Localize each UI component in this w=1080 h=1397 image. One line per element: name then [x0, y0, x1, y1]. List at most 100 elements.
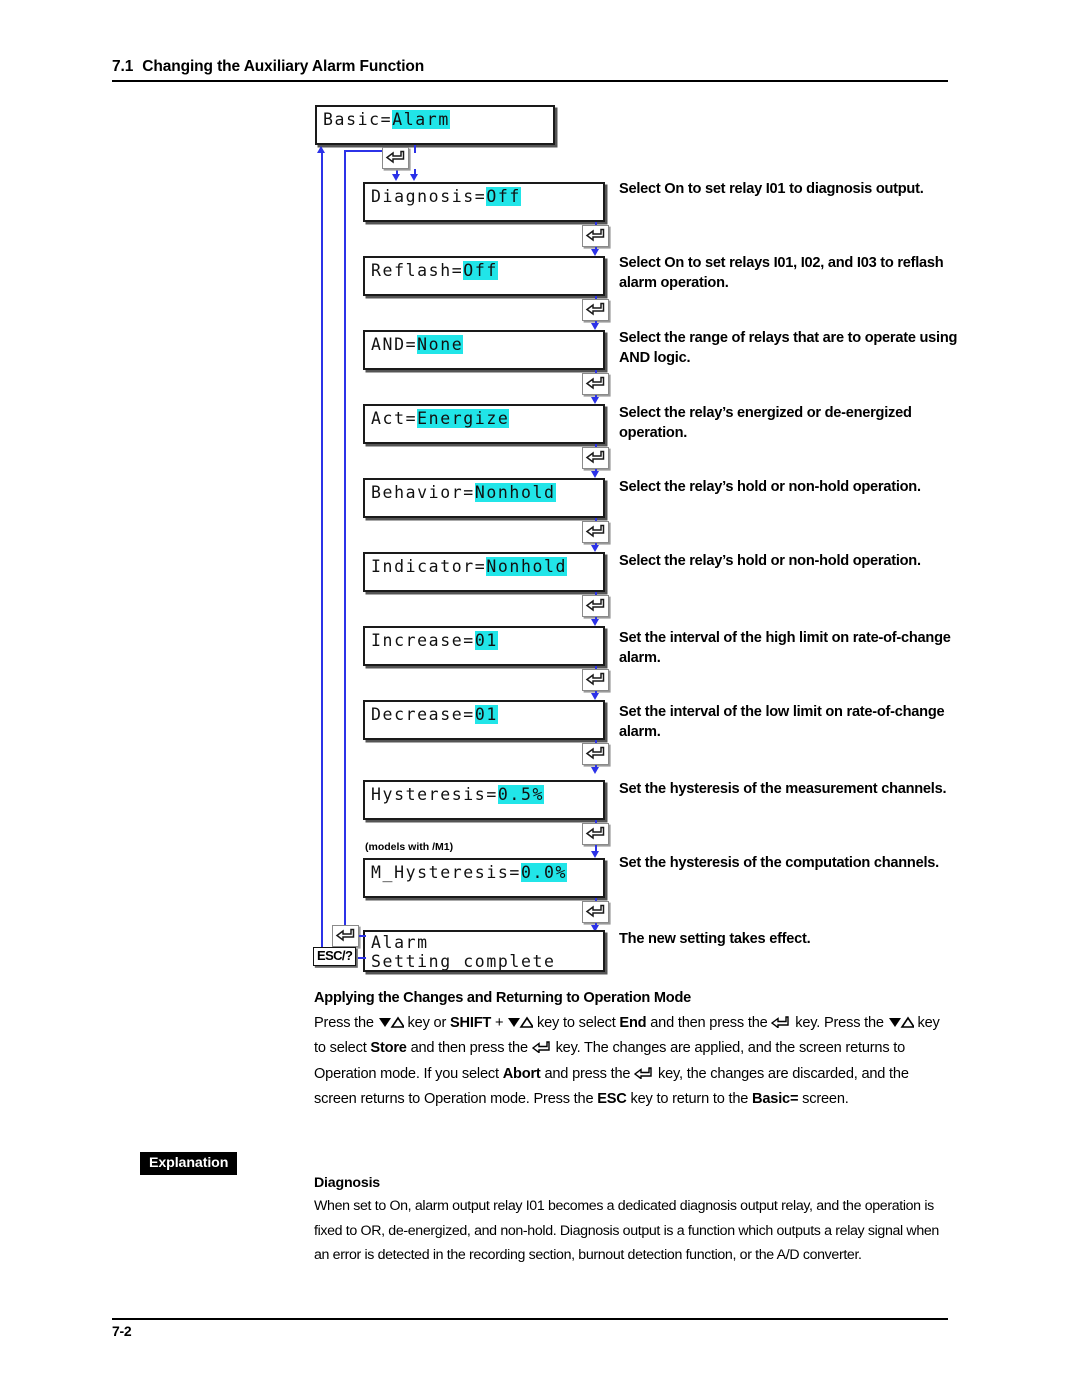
basic-screen-label: Basic= [752, 1091, 799, 1108]
step-desc-6: Set the interval of the high limit on ra… [619, 630, 951, 666]
lcd-value-5: Nonhold [486, 557, 568, 576]
connector-arrow-5 [591, 619, 600, 626]
step-desc-0: Select On to set relay I01 to diagnosis … [619, 181, 924, 197]
lcd-basic-value: Alarm [392, 110, 450, 129]
esc-key-label-inline: ESC [597, 1091, 627, 1108]
lcd-screen-step-5: Indicator=Nonhold [363, 552, 605, 592]
lcd-label-7: Decrease= [371, 705, 475, 724]
explanation-body: When set to On, alarm output relay I01 b… [314, 1198, 939, 1263]
applying-text-1: Press the [314, 1015, 378, 1031]
lcd-screen-step-7: Decrease=01 [363, 700, 605, 740]
updown-key-icon-3 [888, 1012, 916, 1036]
lcd-value-3: Energize [417, 409, 510, 428]
lcd-value-0: Off [486, 187, 521, 206]
footer-rule [112, 1318, 948, 1320]
lcd-value-2: None [417, 335, 464, 354]
updown-key-icon [378, 1012, 406, 1036]
lcd-final-line1: Alarm [371, 933, 429, 952]
lcd-screen-step-4: Behavior=Nonhold [363, 478, 605, 518]
updown-key-icon-2 [507, 1012, 535, 1036]
loop-line-to-diagnosis [344, 150, 346, 931]
applying-changes-section: Applying the Changes and Returning to Op… [314, 990, 954, 1112]
enter-key-icon-4 [582, 521, 609, 543]
step-desc-final: The new setting takes effect. [619, 931, 811, 947]
arrow-enter-to-diagnosis [410, 174, 419, 181]
line-esc-to-final [358, 957, 366, 959]
step-desc-8: Set the hysteresis of the measurement ch… [619, 781, 947, 797]
applying-text-13: screen. [798, 1091, 849, 1108]
connector-arrow-4 [591, 545, 600, 552]
loop-line-to-basic [321, 152, 323, 947]
loop-arrow-to-diagnosis [392, 174, 401, 181]
abort-option-label: Abort [502, 1065, 541, 1082]
enter-key-icon-inline-2 [531, 1037, 552, 1061]
lcd-value-6: 01 [474, 631, 498, 650]
page-number: 7-2 [112, 1323, 132, 1339]
lcd-value-4: Nonhold [474, 483, 556, 502]
connector-arrow-1 [591, 323, 600, 330]
enter-key-icon-1 [582, 299, 609, 321]
applying-text-3: + [491, 1015, 508, 1031]
applying-text-10: and press the [540, 1065, 635, 1082]
loop-arrow-to-basic [317, 146, 326, 153]
lcd-screen-step-3: Act=Energize [363, 404, 605, 444]
lcd-screen-step-8: Hysteresis=0.5% [363, 780, 605, 820]
applying-text-5: and then press the [646, 1015, 772, 1031]
lcd-screen-step-0: Diagnosis=Off [363, 182, 605, 222]
enter-key-icon-7 [582, 743, 609, 765]
lcd-label-0: Diagnosis= [371, 187, 487, 206]
enter-key-icon-inline-1 [771, 1012, 791, 1036]
step-desc-2: Select the range of relays that are to o… [619, 330, 958, 366]
step-desc-1: Select On to set relays I01, I02, and I0… [619, 255, 944, 291]
lcd-value-1: Off [463, 261, 498, 280]
lcd-label-9: M_Hysteresis= [371, 863, 521, 882]
lcd-screen-step-9: M_Hysteresis=0.0% [363, 858, 605, 898]
lcd-label-8: Hysteresis= [371, 785, 498, 804]
explanation-tag: Explanation [140, 1152, 238, 1175]
connector-arrow-7 [591, 767, 600, 774]
menu-flow-diagram: Basic=Alarm Diagnosis=Off Select On to s… [0, 0, 1080, 1000]
lcd-label-3: Act= [371, 409, 418, 428]
enter-key-icon-3 [582, 447, 609, 469]
esc-key-button[interactable]: ESC/? [313, 947, 357, 966]
enter-key-icon-9 [582, 901, 609, 923]
lcd-value-8: 0.5% [497, 785, 545, 804]
applying-text-12: key to return to the [626, 1091, 753, 1108]
line-enterkey-to-final [359, 935, 366, 937]
step-desc-7: Set the interval of the low limit on rat… [619, 704, 945, 740]
lcd-label-1: Reflash= [371, 261, 464, 280]
explanation-section: Diagnosis When set to On, alarm output r… [314, 1175, 956, 1268]
shift-key-label: SHIFT [449, 1015, 492, 1031]
lcd-final-line2: Setting complete [371, 952, 556, 971]
applying-text-4: key to select [533, 1015, 620, 1031]
lcd-screen-basic: Basic=Alarm [315, 105, 555, 145]
enter-key-icon-final [332, 925, 359, 947]
line-basic-to-enter [414, 145, 416, 153]
lcd-screen-step-1: Reflash=Off [363, 256, 605, 296]
lcd-screen-step-6: Increase=01 [363, 626, 605, 666]
applying-text-6: key. Press the [791, 1015, 888, 1031]
connector-arrow-6 [591, 693, 600, 700]
enter-key-icon-inline-3 [633, 1063, 654, 1087]
lcd-label-6: Increase= [371, 631, 475, 650]
store-option-label: Store [370, 1040, 407, 1057]
lcd-basic-label: Basic= [323, 110, 393, 129]
page-footer: 7-2 [112, 1318, 948, 1339]
models-m1-note: (models with /M1) [365, 841, 454, 853]
enter-key-icon-6 [582, 669, 609, 691]
lcd-label-4: Behavior= [371, 483, 475, 502]
step-desc-3: Select the relay’s energized or de-energ… [619, 405, 912, 441]
lcd-value-7: 01 [474, 705, 498, 724]
connector-arrow-2 [591, 397, 600, 404]
enter-key-icon [382, 147, 409, 169]
enter-key-icon-2 [582, 373, 609, 395]
enter-key-icon-0 [582, 225, 609, 247]
step-desc-4: Select the relay’s hold or non-hold oper… [619, 479, 921, 495]
end-option-label: End [619, 1015, 647, 1031]
lcd-screen-final: Alarm Setting complete [363, 930, 605, 972]
lcd-label-2: AND= [371, 335, 418, 354]
explanation-heading: Diagnosis [314, 1175, 380, 1191]
lcd-label-5: Indicator= [371, 557, 487, 576]
connector-arrow-8 [591, 851, 600, 858]
applying-body: Press the key or SHIFT + key to select E… [314, 1011, 954, 1112]
